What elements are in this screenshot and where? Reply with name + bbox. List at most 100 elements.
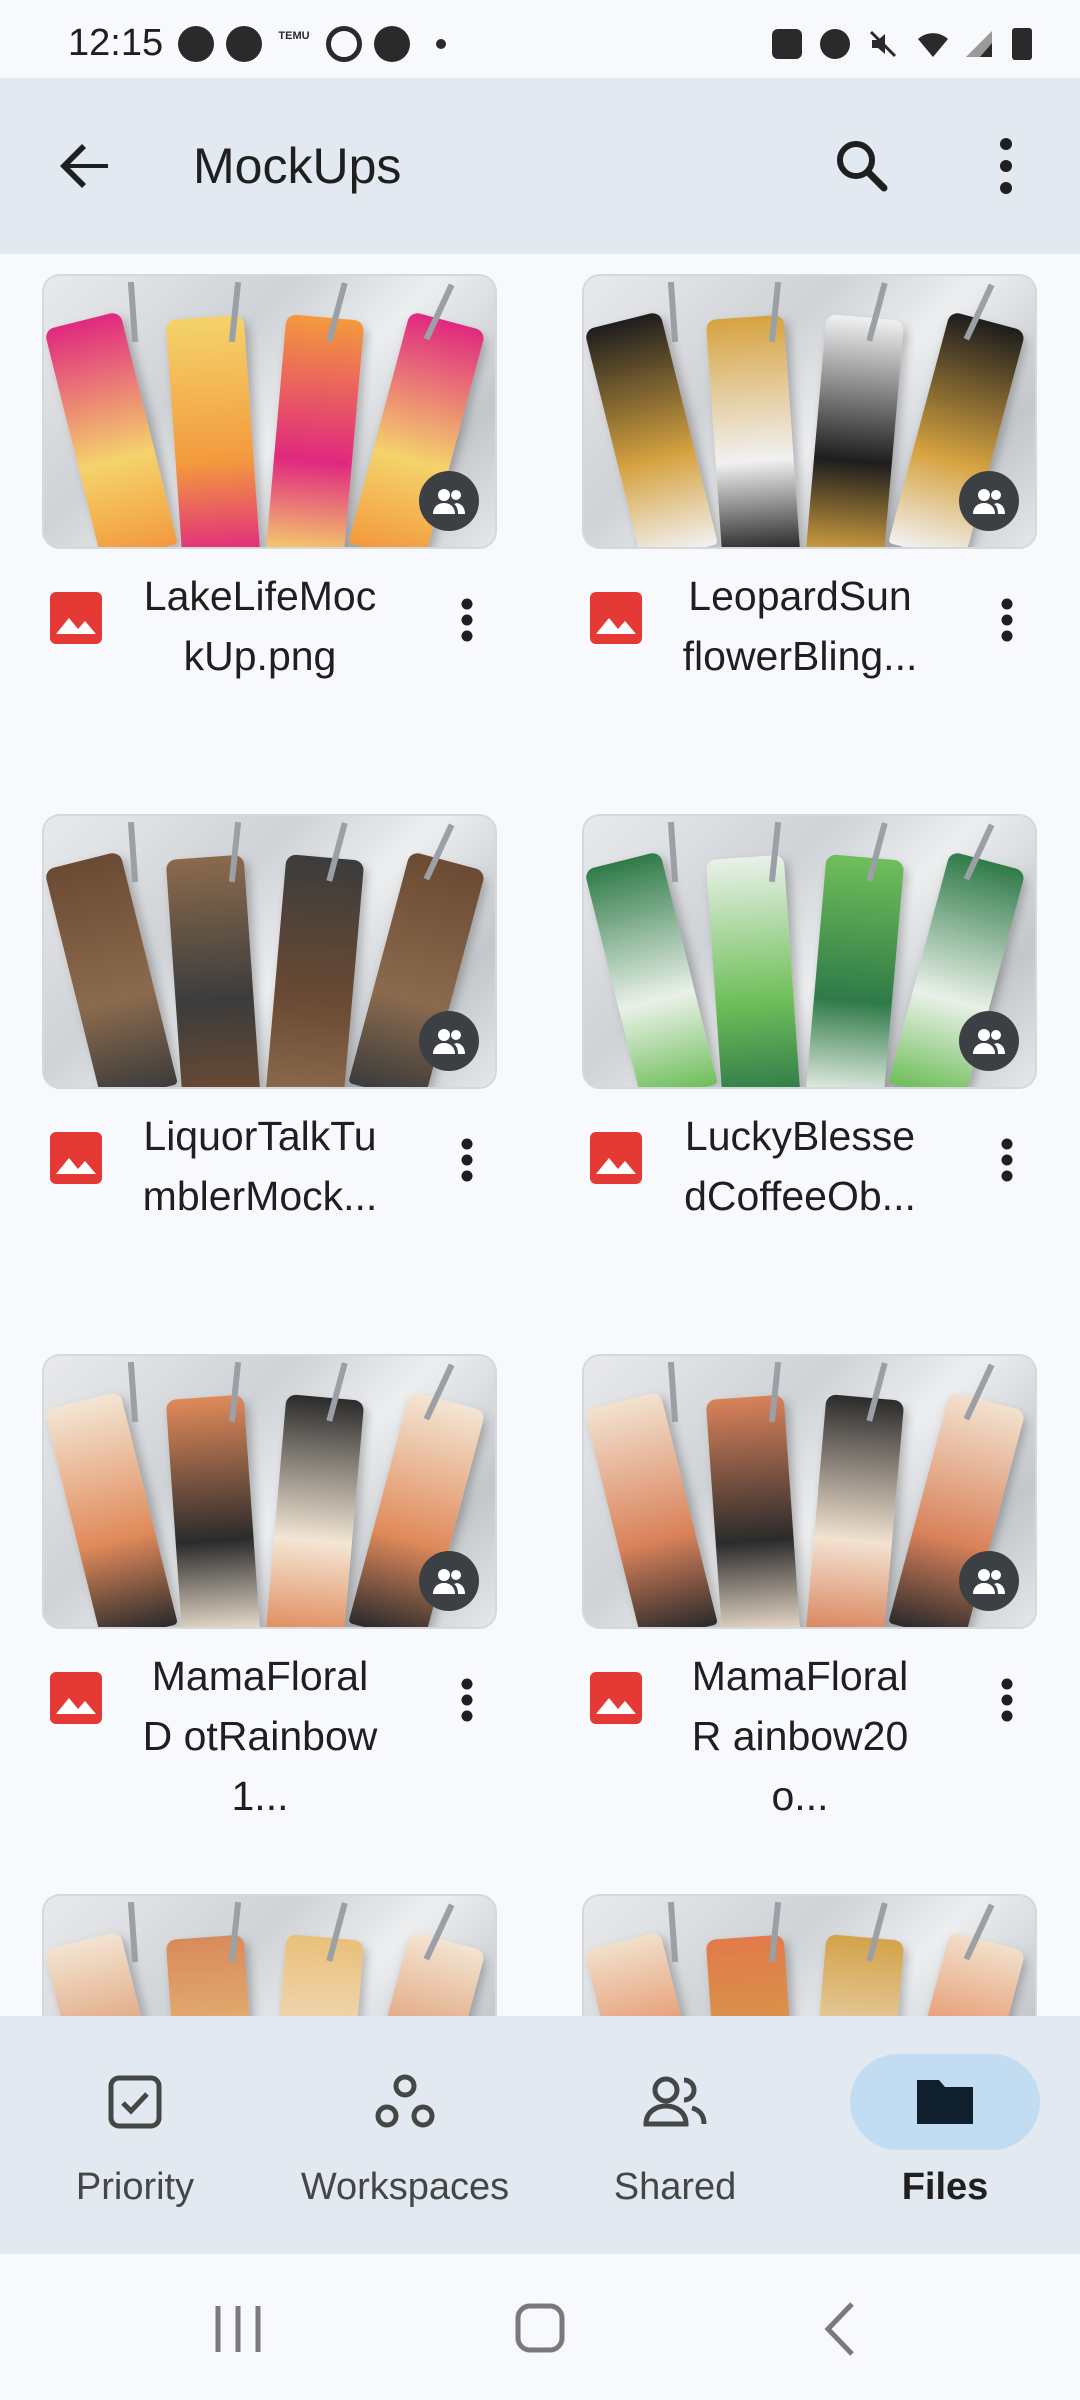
- straw-image: [667, 821, 679, 883]
- file-info-row: LuckyBlesse dCoffeeOb...: [582, 1106, 1042, 1226]
- tumbler-image: [705, 1934, 801, 2016]
- more-vert-icon: [461, 598, 473, 642]
- file-thumbnail[interactable]: [42, 1894, 497, 2016]
- file-more-button[interactable]: [432, 1660, 502, 1740]
- file-more-button[interactable]: [972, 1120, 1042, 1200]
- file-grid: LakeLifeMoc kUp.png LeopardSun flowerBlin…: [0, 254, 1080, 2016]
- file-card[interactable]: [582, 1894, 1042, 2016]
- status-bar: 12:15 TEMU: [0, 0, 1080, 78]
- system-status-icons: [772, 28, 1032, 60]
- tumbler-image: [265, 1394, 365, 1627]
- home-button[interactable]: [480, 2294, 600, 2364]
- tumbler-image: [584, 851, 718, 1087]
- nav-icon-wrap: [580, 2054, 770, 2150]
- file-name: LuckyBlesse dCoffeeOb...: [684, 1113, 916, 1219]
- search-button[interactable]: [824, 126, 900, 206]
- tumbler-image: [265, 314, 365, 547]
- tumbler-image: [265, 854, 365, 1087]
- file-card[interactable]: LeopardSun flowerBling...: [582, 274, 1042, 714]
- tumbler-image: [584, 1931, 718, 2016]
- nav-item-priority[interactable]: Priority: [0, 2016, 270, 2254]
- shared-badge-icon: [959, 1011, 1019, 1071]
- signal-icon: [964, 29, 994, 59]
- home-icon: [515, 2303, 565, 2353]
- tumbler-image: [705, 314, 801, 547]
- file-more-button[interactable]: [972, 1660, 1042, 1740]
- tumbler-image: [705, 1394, 801, 1627]
- arrow-back-icon: [60, 144, 108, 188]
- temu-icon: TEMU: [274, 29, 314, 59]
- nav-item-workspaces[interactable]: Workspaces: [270, 2016, 540, 2254]
- file-info-row: LakeLifeMoc kUp.png: [42, 566, 502, 686]
- image-file-icon: [588, 1670, 644, 1726]
- image-file-icon: [588, 590, 644, 646]
- file-name: MamaFloralR ainbow20o...: [691, 1653, 909, 1819]
- file-card[interactable]: MamaFloralD otRainbow1...: [42, 1354, 502, 1819]
- tumbler-image: [805, 854, 905, 1087]
- shared-badge-icon: [419, 1551, 479, 1611]
- file-more-button[interactable]: [972, 580, 1042, 660]
- more-vert-icon: [461, 1678, 473, 1722]
- file-thumbnail[interactable]: [582, 274, 1037, 549]
- tumbler-image: [348, 1930, 486, 2016]
- file-thumbnail[interactable]: [582, 1894, 1037, 2016]
- nav-label-priority: Priority: [75, 2166, 195, 2208]
- tumbler-image: [805, 1394, 905, 1627]
- file-card[interactable]: [42, 1894, 502, 2016]
- recents-button[interactable]: [178, 2294, 298, 2364]
- back-button[interactable]: [48, 128, 124, 204]
- shared-badge-icon: [959, 471, 1019, 531]
- more-vert-icon: [1001, 1678, 1013, 1722]
- recents-icon: [215, 2306, 261, 2352]
- notification-icons: TEMU: [178, 26, 446, 62]
- file-info-row: MamaFloralR ainbow20o...: [582, 1646, 1042, 1819]
- status-time: 12:15: [68, 22, 164, 64]
- tumbler-image: [44, 1391, 178, 1627]
- file-more-button[interactable]: [432, 580, 502, 660]
- straw-image: [667, 281, 679, 343]
- file-name: LakeLifeMoc kUp.png: [143, 573, 377, 679]
- file-thumbnail[interactable]: [42, 814, 497, 1089]
- more-options-button[interactable]: [968, 126, 1044, 206]
- image-file-icon: [48, 1130, 104, 1186]
- file-thumbnail[interactable]: [42, 274, 497, 549]
- shared-badge-icon: [419, 1011, 479, 1071]
- facebook-icon: [226, 26, 262, 62]
- file-info-row: MamaFloralD otRainbow1...: [42, 1646, 502, 1819]
- mute-icon: [868, 29, 898, 59]
- file-card[interactable]: LiquorTalkTu mblerMock...: [42, 814, 502, 1254]
- priority-check-icon: [108, 2075, 162, 2129]
- nav-label-workspaces: Workspaces: [300, 2166, 510, 2208]
- more-vert-icon: [1001, 1138, 1013, 1182]
- straw-image: [667, 1361, 679, 1423]
- more-vert-icon: [461, 1138, 473, 1182]
- file-thumbnail[interactable]: [582, 1354, 1037, 1629]
- nav-item-files[interactable]: Files: [810, 2016, 1080, 2254]
- straw-image: [127, 1901, 139, 1963]
- image-file-icon: [48, 590, 104, 646]
- file-card[interactable]: LuckyBlesse dCoffeeOb...: [582, 814, 1042, 1254]
- search-icon: [837, 141, 888, 192]
- tumbler-image: [584, 311, 718, 547]
- battery-saver-icon: [772, 29, 802, 59]
- file-thumbnail[interactable]: [582, 814, 1037, 1089]
- file-card[interactable]: MamaFloralR ainbow20o...: [582, 1354, 1042, 1819]
- file-thumbnail[interactable]: [42, 1354, 497, 1629]
- page-title: MockUps: [193, 138, 402, 194]
- tumbler-image: [165, 314, 261, 547]
- nav-icon-wrap: [850, 2054, 1040, 2150]
- file-more-button[interactable]: [432, 1120, 502, 1200]
- nav-icon-wrap: [310, 2054, 500, 2150]
- nav-label-shared: Shared: [613, 2166, 737, 2208]
- file-card[interactable]: LakeLifeMoc kUp.png: [42, 274, 502, 714]
- tumbler-image: [805, 314, 905, 547]
- back-nav-icon: [824, 2302, 854, 2356]
- tumbler-image: [165, 854, 261, 1087]
- file-info-row: LiquorTalkTu mblerMock...: [42, 1106, 502, 1226]
- nav-item-shared[interactable]: Shared: [540, 2016, 810, 2254]
- straw-image: [127, 821, 139, 883]
- straw-image: [127, 281, 139, 343]
- shared-people-icon: [643, 2076, 707, 2127]
- back-nav-button[interactable]: [782, 2294, 902, 2364]
- more-dot-icon: [436, 39, 446, 49]
